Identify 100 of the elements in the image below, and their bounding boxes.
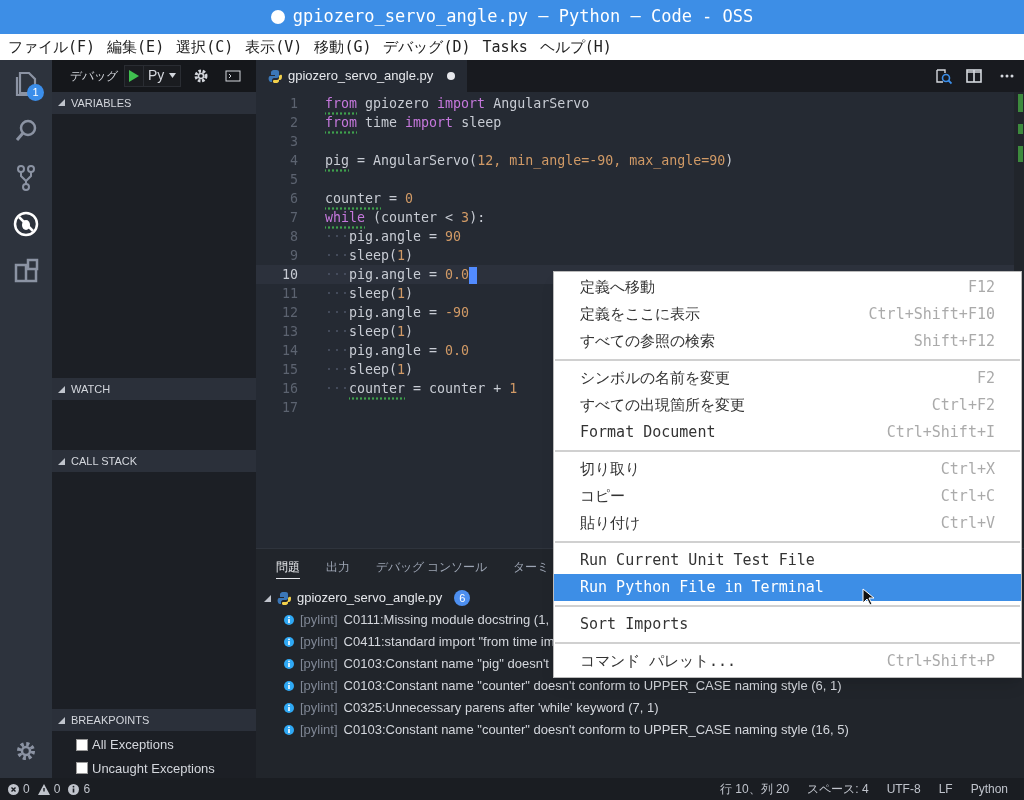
status-item[interactable]: LF xyxy=(938,780,953,798)
menu-item[interactable]: コマンド パレット... Ctrl+Shift+P xyxy=(554,648,1021,675)
status-item[interactable]: UTF-8 xyxy=(886,780,921,798)
code-line: ···counter = counter + 1 xyxy=(300,379,518,398)
more-icon[interactable] xyxy=(1000,74,1014,78)
collapse-triangle-icon[interactable] xyxy=(58,386,65,393)
code-line: ···pig.angle = 0.0 xyxy=(300,265,478,284)
menu-item[interactable]: 定義へ移動 F12 xyxy=(554,274,1021,301)
problem-source: [pylint] xyxy=(300,611,338,630)
problem-source: [pylint] xyxy=(300,655,338,674)
split-editor-icon[interactable] xyxy=(966,69,982,83)
line-number: 1 xyxy=(289,95,299,113)
caret-icon xyxy=(169,73,177,79)
line-number: 6 xyxy=(289,190,299,208)
shortcut-label: Ctrl+Shift+F10 xyxy=(868,304,995,326)
shortcut-label: Ctrl+Shift+I xyxy=(886,422,995,444)
menu-item[interactable]: Tasks xyxy=(482,35,528,59)
panel-tab[interactable]: 問題 xyxy=(276,557,300,579)
menu-item[interactable]: ファイル(F) xyxy=(8,35,96,59)
play-icon xyxy=(129,69,139,82)
settings-icon[interactable] xyxy=(193,67,210,84)
info-icon xyxy=(284,703,294,713)
breakpoint-checkbox[interactable]: Uncaught Exceptions xyxy=(76,758,256,778)
bug-icon[interactable] xyxy=(11,209,41,239)
menu-item[interactable]: すべての出現箇所を変更 Ctrl+F2 xyxy=(554,392,1021,419)
problem-message[interactable]: C0103:Constant name "counter" doesn't conform to UPPER_CASE naming style (6, 1) xyxy=(343,676,842,696)
line-number: 17 xyxy=(281,399,299,417)
menu-item[interactable]: ヘルプ(H) xyxy=(539,35,612,59)
code-line: ···sleep(1) xyxy=(324,285,414,303)
info-count[interactable]: 6 xyxy=(83,780,91,798)
code-line: ···pig.angle = 90 xyxy=(324,228,462,246)
menu-item[interactable]: 移動(G) xyxy=(314,35,372,59)
line-number: 12 xyxy=(281,304,299,322)
breakpoint-checkbox[interactable]: All Exceptions xyxy=(76,735,256,755)
panel-tab[interactable]: ターミ xyxy=(513,557,550,579)
info-icon xyxy=(284,637,294,647)
search-file-icon[interactable] xyxy=(934,67,952,85)
editor-tab[interactable]: gpiozero_servo_angle.py xyxy=(256,60,468,92)
terminal-icon[interactable] xyxy=(225,68,242,83)
line-number: 3 xyxy=(289,133,299,151)
code-line: from gpiozero import AngularServo xyxy=(300,94,590,113)
line-number: 4 xyxy=(289,152,299,170)
line-number: 8 xyxy=(289,228,299,246)
collapse-triangle-icon[interactable] xyxy=(58,99,65,107)
line-number: 10 xyxy=(281,266,299,284)
warning-icon xyxy=(37,783,50,795)
shortcut-label: Ctrl+F2 xyxy=(931,395,995,417)
code-line: from time import sleep xyxy=(300,113,502,132)
menu-item[interactable]: Run Current Unit Test File xyxy=(554,547,1021,574)
code-line: ···sleep(1) xyxy=(324,247,414,265)
menu-item[interactable]: Sort Imports xyxy=(554,611,1021,638)
menu-item[interactable]: コピー Ctrl+C xyxy=(554,483,1021,510)
shortcut-label: Ctrl+C xyxy=(940,486,995,508)
menu-item[interactable]: 貼り付け Ctrl+V xyxy=(554,510,1021,537)
line-number: 9 xyxy=(289,247,299,265)
status-item[interactable]: Python xyxy=(970,780,1008,798)
line-number: 2 xyxy=(289,114,299,132)
warning-count[interactable]: 0 xyxy=(53,780,61,798)
menu-item[interactable]: 表示(V) xyxy=(245,35,303,59)
problem-message[interactable]: C0103:Constant name "counter" doesn't conform to UPPER_CASE naming style (16, 5) xyxy=(343,720,849,740)
shortcut-label: Ctrl+X xyxy=(940,459,995,481)
section-title[interactable]: WATCH xyxy=(71,381,111,398)
problem-source: [pylint] xyxy=(300,633,338,652)
problem-source: [pylint] xyxy=(300,721,338,740)
problem-message[interactable]: C0103:Constant name "pig" doesn't xyxy=(343,654,549,674)
menu-item[interactable]: 切り取り Ctrl+X xyxy=(554,456,1021,483)
collapse-triangle-icon[interactable] xyxy=(58,457,65,465)
collapse-triangle-icon[interactable] xyxy=(264,594,271,602)
shortcut-label: Ctrl+Shift+P xyxy=(886,651,995,673)
info-icon xyxy=(68,783,80,795)
text-cursor xyxy=(469,266,478,284)
info-icon xyxy=(284,615,294,625)
problem-message[interactable]: C0111:Missing module docstring (1, xyxy=(343,610,550,630)
notification-badge: 1 xyxy=(27,84,44,101)
error-count[interactable]: 0 xyxy=(23,780,30,798)
menu-item[interactable]: シンボルの名前を変更 F2 xyxy=(554,365,1021,392)
shortcut-label: F12 xyxy=(967,277,995,299)
menu-item[interactable]: 選択(C) xyxy=(176,35,234,59)
debug-label: デバッグ xyxy=(70,67,118,85)
problem-message[interactable]: C0325:Unnecessary parens after 'while' keyword (7, 1) xyxy=(343,698,659,718)
code-line: ···pig.angle = -90 xyxy=(324,304,470,322)
problem-file-name[interactable]: gpiozero_servo_angle.py xyxy=(297,588,443,608)
status-item[interactable]: スペース: 4 xyxy=(807,780,869,798)
problem-source: [pylint] xyxy=(300,699,338,718)
status-item[interactable]: 行 10、列 20 xyxy=(719,780,790,798)
info-icon xyxy=(284,725,294,735)
code-line: ···pig.angle = 0.0 xyxy=(324,342,470,360)
menu-item[interactable]: Format Document Ctrl+Shift+I xyxy=(554,419,1021,446)
menu-item[interactable]: デバッグ(D) xyxy=(383,35,471,59)
line-number: 14 xyxy=(281,342,299,360)
panel-tab[interactable]: 出力 xyxy=(326,557,350,579)
line-number: 11 xyxy=(281,285,299,303)
problem-count-badge: 6 xyxy=(454,590,471,606)
window-title: gpiozero_servo_angle.py — Python — Code - OSS xyxy=(292,5,754,29)
collapse-triangle-icon[interactable] xyxy=(58,716,65,724)
menu-item[interactable]: 定義をここに表示 Ctrl+Shift+F10 xyxy=(554,301,1021,328)
menu-item[interactable]: すべての参照の検索 Shift+F12 xyxy=(554,328,1021,355)
panel-tab[interactable]: デバッグ コンソール xyxy=(376,557,488,579)
code-line: ···sleep(1) xyxy=(324,323,414,341)
menu-item[interactable]: 編集(E) xyxy=(107,35,165,59)
